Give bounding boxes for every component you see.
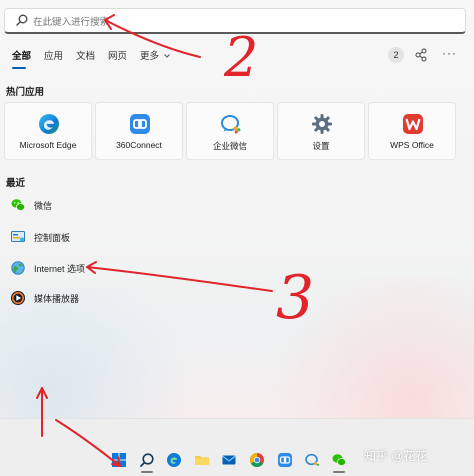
start-search-panel: 在此键入进行搜索 全部 应用 文档 网页 更多 2 ··· 热门应用 Micro…: [0, 0, 474, 418]
media-player-icon: [11, 291, 25, 305]
recent-label-internet-options: Internet 选项: [34, 264, 86, 274]
taskbar-edge-icon[interactable]: [166, 452, 182, 468]
taskbar-wechat-icon[interactable]: [331, 452, 347, 468]
recent-label-media-player: 媒体播放器: [34, 294, 80, 304]
360connect-icon: [130, 114, 150, 134]
search-active-indicator: [141, 471, 153, 473]
wps-office-icon: [403, 114, 423, 134]
tab-all[interactable]: 全部: [12, 48, 31, 62]
search-placeholder[interactable]: 在此键入进行搜索: [33, 14, 109, 28]
rewards-badge[interactable]: 2: [388, 47, 404, 63]
edge-icon: [39, 114, 59, 134]
recent-item-internet-options[interactable]: Internet 选项: [10, 258, 230, 278]
app-card-edge[interactable]: Microsoft Edge: [4, 102, 92, 160]
app-card-settings[interactable]: 设置: [277, 102, 365, 160]
tab-documents[interactable]: 文档: [76, 48, 95, 62]
recent-title: 最近: [6, 178, 26, 189]
mail-icon[interactable]: [221, 452, 237, 468]
settings-gear-icon: [312, 114, 332, 134]
search-box[interactable]: 在此键入进行搜索: [4, 8, 466, 34]
wecom-icon: [221, 115, 241, 134]
tab-web[interactable]: 网页: [108, 48, 127, 62]
app-card-360connect[interactable]: 360Connect: [95, 102, 183, 160]
internet-options-icon: [11, 261, 25, 275]
taskbar-search-icon[interactable]: [139, 452, 155, 468]
app-label-wps: WPS Office: [390, 140, 434, 150]
share-icon[interactable]: [414, 48, 428, 62]
app-card-wecom[interactable]: 企业微信: [186, 102, 274, 160]
more-options-icon[interactable]: ···: [442, 46, 457, 60]
tab-more-label: 更多: [140, 51, 160, 62]
recent-item-media-player[interactable]: 媒体播放器: [10, 288, 230, 308]
app-label-settings: 设置: [312, 141, 330, 151]
control-panel-icon: [11, 231, 25, 242]
app-label-wecom: 企业微信: [212, 141, 247, 151]
active-tab-indicator: [12, 67, 26, 69]
watermark: 知乎 @花花: [364, 449, 428, 463]
windows-start-icon[interactable]: [111, 452, 127, 468]
wechat-icon: [11, 199, 26, 211]
wechat-active-indicator: [333, 471, 345, 473]
recent-label-wechat: 微信: [34, 201, 53, 211]
chevron-down-icon: [163, 54, 170, 59]
tab-apps[interactable]: 应用: [44, 48, 63, 62]
tab-more[interactable]: 更多: [140, 48, 171, 62]
recent-item-wechat[interactable]: 微信: [10, 195, 230, 215]
app-label-360connect: 360Connect: [116, 140, 162, 150]
app-card-wps[interactable]: WPS Office: [368, 102, 456, 160]
taskbar-wecom-icon[interactable]: [304, 452, 320, 468]
file-explorer-icon[interactable]: [194, 452, 210, 468]
recent-label-control-panel: 控制面板: [34, 233, 71, 243]
search-icon: [16, 14, 28, 26]
chrome-icon[interactable]: [249, 452, 265, 468]
top-apps-title: 热门应用: [6, 87, 45, 98]
recent-item-control-panel[interactable]: 控制面板: [10, 227, 230, 247]
app-label-edge: Microsoft Edge: [19, 140, 77, 150]
taskbar-360connect-icon[interactable]: [277, 452, 293, 468]
